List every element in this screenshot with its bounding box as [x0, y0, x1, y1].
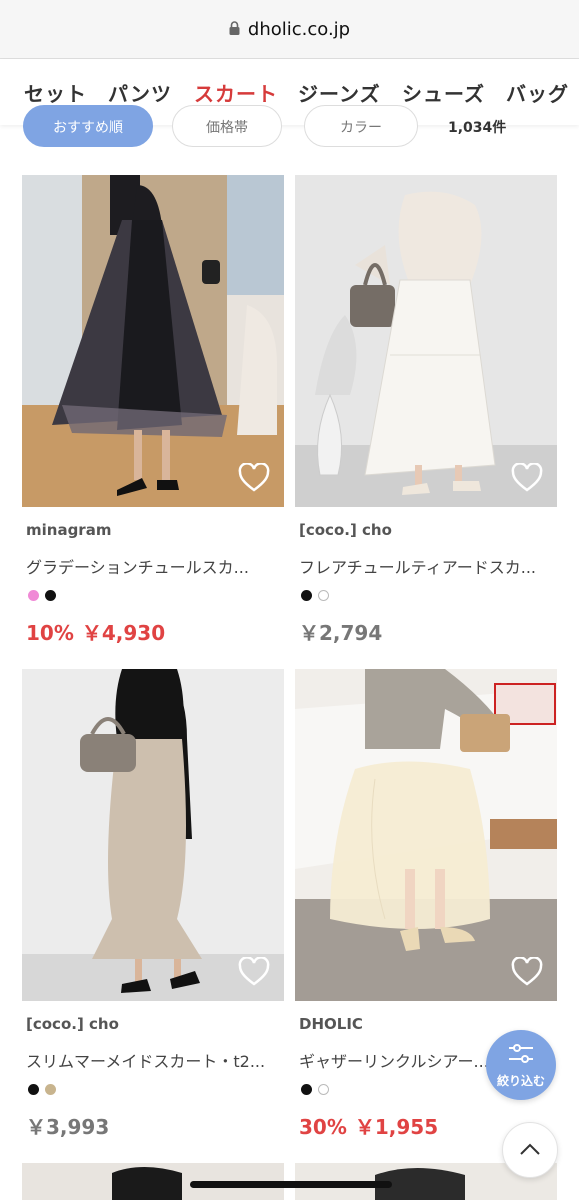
scroll-top-button[interactable] [502, 1122, 558, 1178]
lock-icon [229, 21, 240, 35]
product-brand: [coco.] cho [26, 1015, 119, 1033]
tab-bags[interactable]: バッグ [506, 78, 569, 107]
filter-sliders-icon [509, 1044, 533, 1063]
product-image[interactable] [22, 175, 284, 507]
product-brand: DHOLIC [299, 1015, 363, 1033]
tab-skirt[interactable]: スカート [194, 78, 278, 107]
home-indicator [190, 1181, 392, 1188]
filter-bar: おすすめ順 価格帯 カラー 1,034件 [0, 105, 579, 147]
swatch-pink [28, 590, 39, 601]
heart-icon[interactable] [238, 463, 270, 493]
tab-pants[interactable]: パンツ [108, 78, 172, 107]
sort-chip[interactable]: おすすめ順 [23, 105, 153, 147]
product-card[interactable]: [coco.] cho スリムマーメイドスカート・t2... ￥3,993 [22, 669, 284, 1139]
product-card[interactable]: [coco.] cho フレアチュールティアードスカ... ￥2,794 [295, 175, 557, 645]
color-chip[interactable]: カラー [304, 105, 418, 147]
tab-set[interactable]: セット [24, 78, 87, 107]
swatch-black [45, 590, 56, 601]
product-price: ￥2,794 [299, 617, 382, 646]
swatch-black [301, 590, 312, 601]
product-name[interactable]: フレアチュールティアードスカ... [299, 554, 549, 578]
tab-shoes[interactable]: シューズ [402, 78, 485, 107]
product-card[interactable]: DHOLIC ギャザーリンクルシアー... 30% ￥1,955 [295, 669, 557, 1139]
product-card[interactable]: minagram グラデーションチュールスカ... 10% ￥4,930 [22, 175, 284, 645]
price-value: ￥4,930 [81, 621, 166, 645]
product-brand: minagram [26, 521, 112, 539]
discount-rate: 30% [299, 1115, 347, 1139]
address-bar[interactable]: dholic.co.jp [0, 0, 579, 59]
swatch-black [301, 1084, 312, 1095]
product-name[interactable]: グラデーションチュールスカ... [26, 554, 276, 578]
product-image[interactable] [295, 175, 557, 507]
product-price: 10% ￥4,930 [26, 617, 165, 646]
product-price: ￥3,993 [26, 1111, 109, 1140]
url-text: dholic.co.jp [247, 18, 351, 40]
swatch-white [318, 590, 329, 601]
heart-icon[interactable] [511, 463, 543, 493]
swatch-black [28, 1084, 39, 1095]
color-swatches [301, 590, 329, 601]
heart-icon[interactable] [511, 957, 543, 987]
swatch-beige [45, 1084, 56, 1095]
product-image[interactable] [295, 669, 557, 1001]
color-swatches [28, 590, 56, 601]
product-image[interactable] [22, 669, 284, 1001]
price-value: ￥2,794 [299, 621, 383, 645]
price-value: ￥3,993 [26, 1115, 110, 1139]
discount-rate: 10% [26, 621, 74, 645]
color-swatches [28, 1084, 56, 1095]
tab-jeans[interactable]: ジーンズ [298, 78, 381, 107]
product-name[interactable]: スリムマーメイドスカート・t2... [26, 1048, 276, 1072]
filter-fab-label: 絞り込む [496, 1074, 545, 1088]
swatch-white [318, 1084, 329, 1095]
color-swatches [301, 1084, 329, 1095]
price-value: ￥1,955 [354, 1115, 439, 1139]
result-count: 1,034件 [448, 120, 507, 136]
price-chip[interactable]: 価格帯 [172, 105, 282, 147]
heart-icon[interactable] [238, 957, 270, 987]
chevron-up-icon [520, 1143, 540, 1155]
product-price: 30% ￥1,955 [299, 1111, 438, 1140]
product-brand: [coco.] cho [299, 521, 392, 539]
filter-fab-button[interactable]: 絞り込む [486, 1030, 556, 1100]
